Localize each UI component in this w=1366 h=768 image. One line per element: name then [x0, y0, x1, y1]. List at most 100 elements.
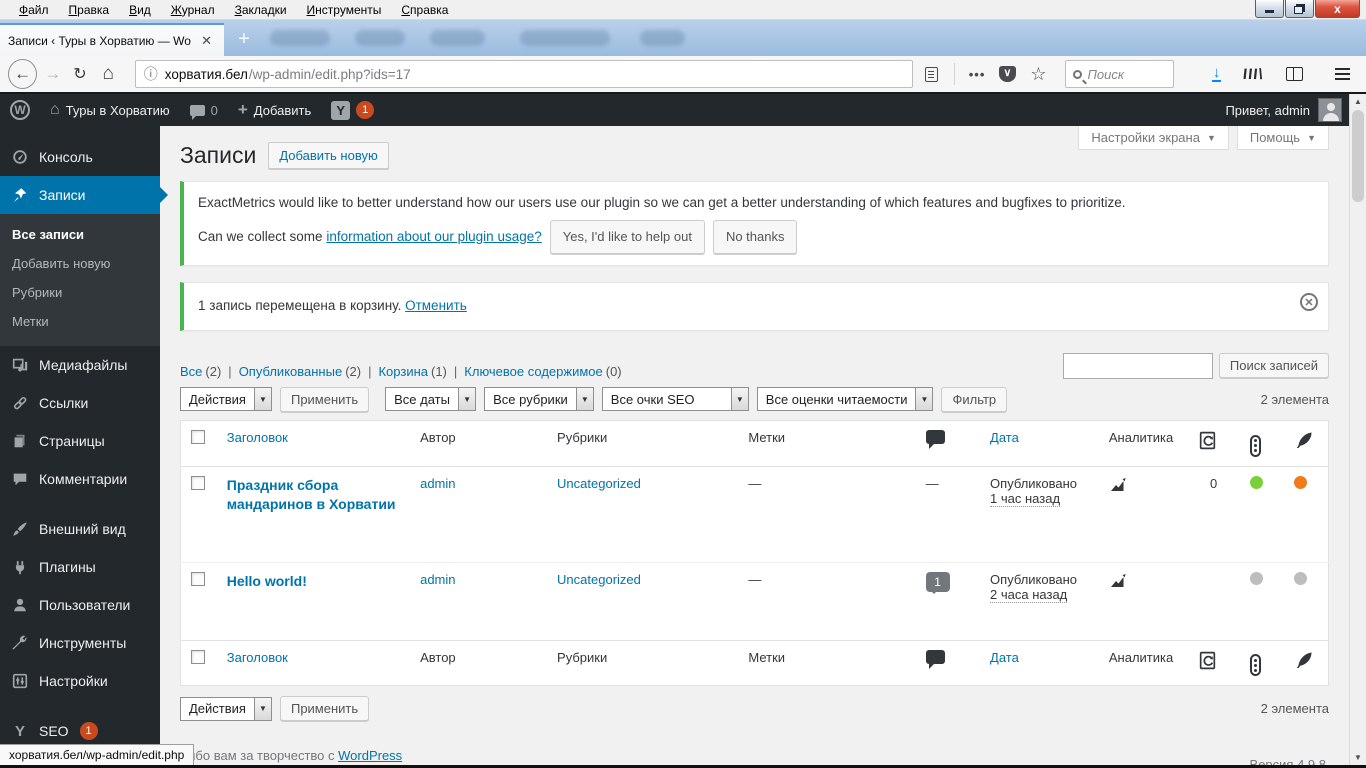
column-title[interactable]: Заголовок	[227, 650, 288, 665]
column-date[interactable]: Дата	[990, 430, 1019, 445]
yes-help-button[interactable]: Yes, I'd like to help out	[549, 219, 705, 255]
menu-tools[interactable]: Инструменты	[298, 1, 391, 19]
menu-file[interactable]: Файл	[10, 1, 58, 19]
post-title-link[interactable]: Праздник сбора мандаринов в Хорватии	[227, 477, 396, 513]
add-new-button[interactable]: Добавить новую	[268, 142, 389, 169]
post-title-link[interactable]: Hello world!	[227, 573, 307, 589]
view-published-link[interactable]: Опубликованные	[239, 364, 343, 379]
readability-filter-select[interactable]: Все оценки читаемости ▼	[756, 387, 934, 412]
seo-filter-select[interactable]: Все очки SEO ▼	[601, 387, 749, 412]
plus-icon: +	[237, 100, 248, 119]
pocket-icon[interactable]	[999, 66, 1017, 82]
yoast-menu[interactable]: Y 1	[321, 94, 384, 126]
view-cornerstone-link[interactable]: Ключевое содержимое	[464, 364, 602, 379]
sidebar-item-users[interactable]: Пользователи	[0, 586, 160, 624]
new-content-menu[interactable]: + Добавить	[228, 94, 321, 126]
account-menu[interactable]: Привет, admin	[1225, 98, 1366, 122]
post-author-link[interactable]: admin	[420, 476, 455, 491]
sidebar-item-media[interactable]: Медиафайлы	[0, 346, 160, 384]
sidebar-item-appearance[interactable]: Внешний вид	[0, 510, 160, 548]
comments-count-bubble[interactable]: 1	[925, 571, 950, 594]
post-analytics-icon[interactable]	[1099, 466, 1188, 562]
bulk-actions-select-bottom[interactable]: Действия ▼	[180, 696, 272, 721]
sidebar-item-posts[interactable]: Записи	[0, 176, 168, 214]
url-bar[interactable]: ⓘ хорватия.бел /wp-admin/edit.php?ids=17	[134, 60, 913, 88]
sidebar-item-settings[interactable]: Настройки	[0, 662, 160, 700]
minimize-button[interactable]	[1255, 0, 1284, 18]
search-icon	[1072, 69, 1082, 79]
apply-button[interactable]: Применить	[279, 386, 370, 412]
comments-menu[interactable]: 0	[180, 94, 228, 126]
menu-bookmarks[interactable]: Закладки	[226, 1, 296, 19]
submenu-add-new[interactable]: Добавить новую	[0, 249, 160, 278]
sidebar-item-pages[interactable]: Страницы	[0, 422, 160, 460]
browser-search-bar[interactable]: Поиск	[1064, 60, 1174, 88]
menu-history[interactable]: Журнал	[162, 1, 224, 19]
dismiss-notice-icon[interactable]: ✕	[1300, 293, 1318, 312]
post-analytics-icon[interactable]	[1098, 561, 1188, 641]
forward-button[interactable]: →	[39, 64, 66, 84]
back-button[interactable]: ←	[8, 59, 38, 89]
page-scrollbar[interactable]: ▲ ▼	[1349, 94, 1366, 765]
view-trash-link[interactable]: Корзина	[378, 364, 428, 379]
wordpress-link[interactable]: WordPress	[338, 748, 402, 763]
column-date[interactable]: Дата	[990, 650, 1019, 665]
search-posts-button[interactable]: Поиск записей	[1218, 353, 1329, 379]
screen-options-tab[interactable]: Настройки экрана ▼	[1078, 126, 1229, 150]
apply-button-bottom[interactable]: Применить	[279, 696, 370, 722]
sidebar-item-dashboard[interactable]: Консоль	[0, 138, 160, 176]
library-icon[interactable]: III\	[1242, 66, 1264, 83]
sidebar-item-plugins[interactable]: Плагины	[0, 548, 160, 586]
submenu-categories[interactable]: Рубрики	[0, 278, 160, 307]
site-name-menu[interactable]: ⌂ Туры в Хорватию	[40, 94, 180, 126]
row-checkbox[interactable]	[191, 475, 205, 490]
browser-tab[interactable]: Записи ‹ Туры в Хорватию — Wor ✕	[0, 23, 224, 56]
row-checkbox[interactable]	[191, 571, 205, 586]
undo-link[interactable]: Отменить	[405, 298, 467, 313]
bulk-actions-select[interactable]: Действия ▼	[180, 387, 272, 412]
page-actions-icon[interactable]: •••	[969, 67, 986, 82]
sidebar-item-comments[interactable]: Комментарии	[0, 460, 160, 498]
site-info-icon[interactable]: ⓘ	[144, 64, 158, 84]
tab-close-icon[interactable]: ✕	[197, 33, 216, 49]
restore-button[interactable]	[1285, 0, 1314, 18]
post-category-link[interactable]: Uncategorized	[557, 476, 641, 491]
select-all-checkbox[interactable]	[191, 429, 205, 444]
dates-filter-select[interactable]: Все даты ▼	[385, 387, 477, 412]
menu-help[interactable]: Справка	[392, 1, 457, 19]
restore-icon	[1294, 5, 1303, 14]
bookmark-star-icon[interactable]: ☆	[1030, 64, 1046, 85]
reader-mode-icon[interactable]	[924, 66, 938, 82]
menu-hamburger-icon[interactable]	[1334, 68, 1350, 80]
select-all-checkbox[interactable]	[191, 649, 205, 664]
sidebar-item-tools[interactable]: Инструменты	[0, 624, 160, 662]
submenu-tags[interactable]: Метки	[0, 307, 160, 336]
home-button[interactable]: ⌂	[94, 63, 123, 85]
post-category-link[interactable]: Uncategorized	[557, 572, 641, 587]
posts-search-input[interactable]	[1062, 352, 1213, 379]
sidebars-icon[interactable]	[1285, 67, 1303, 81]
downloads-icon[interactable]: ↓	[1211, 65, 1222, 82]
view-all-link[interactable]: Все	[180, 364, 202, 379]
sidebar-item-links[interactable]: Ссылки	[0, 384, 160, 422]
scrollbar-thumb[interactable]	[1352, 110, 1364, 202]
comments-column-icon[interactable]	[925, 649, 945, 669]
post-author-link[interactable]: admin	[420, 572, 455, 587]
wp-logo-menu[interactable]: W	[0, 94, 40, 126]
help-tab[interactable]: Помощь ▼	[1236, 126, 1329, 150]
scroll-down-arrow-icon[interactable]: ▼	[1350, 750, 1366, 765]
no-thanks-button[interactable]: No thanks	[712, 219, 798, 255]
menu-edit[interactable]: Правка	[60, 1, 119, 19]
categories-filter-select[interactable]: Все рубрики ▼	[484, 387, 594, 412]
scroll-up-arrow-icon[interactable]: ▲	[1350, 94, 1366, 109]
menu-view[interactable]: Вид	[120, 1, 160, 19]
dropdown-arrow-icon: ▼	[253, 388, 271, 411]
filter-button[interactable]: Фильтр	[941, 386, 1008, 412]
plugin-usage-link[interactable]: information about our plugin usage?	[326, 227, 541, 248]
close-window-button[interactable]: x	[1315, 0, 1360, 18]
reload-button[interactable]: ↻	[66, 64, 93, 84]
submenu-all-posts[interactable]: Все записи	[0, 220, 160, 249]
column-title[interactable]: Заголовок	[227, 430, 288, 445]
comments-column-icon[interactable]	[925, 429, 945, 449]
new-tab-button[interactable]: +	[230, 29, 258, 49]
